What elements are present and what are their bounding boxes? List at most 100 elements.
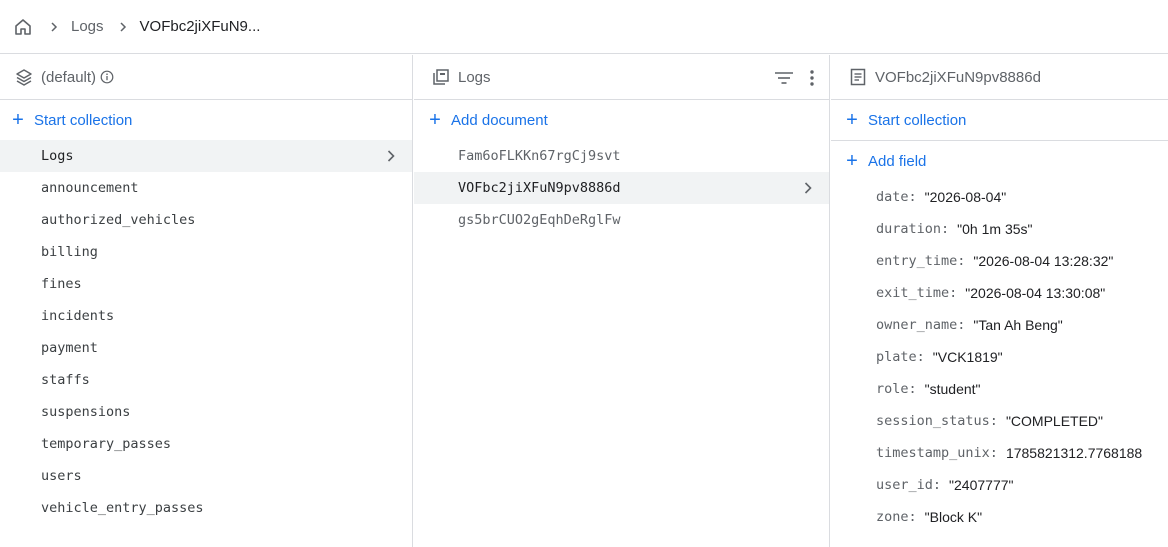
collection-label: authorized_vehicles (41, 212, 196, 228)
field-key: owner_name (876, 317, 958, 333)
field-value: "VCK1819" (932, 349, 1003, 365)
field-key: user_id (876, 477, 933, 493)
collection-label: suspensions (41, 404, 131, 420)
home-icon[interactable] (13, 17, 33, 37)
collection-item-payment[interactable]: payment (0, 332, 412, 364)
collection-label: users (41, 468, 82, 484)
add-field-label: Add field (868, 152, 927, 170)
field-separator: : (932, 477, 942, 493)
document-id: VOFbc2jiXFuN9pv8886d (458, 180, 621, 196)
field-list: date: "2026-08-04" duration: "0h 1m 35s" e… (831, 181, 1168, 533)
document-title: VOFbc2jiXFuN9pv8886d (875, 68, 1041, 86)
field-separator: : (989, 413, 998, 429)
field-row[interactable]: date: "2026-08-04" (831, 181, 1168, 213)
field-key: exit_time (876, 285, 950, 301)
collection-item-announcement[interactable]: announcement (0, 172, 412, 204)
field-row[interactable]: plate: "VCK1819" (831, 341, 1168, 373)
field-row[interactable]: session_status: "COMPLETED" (831, 405, 1168, 437)
document-panel: VOFbc2jiXFuN9pv8886d + Start collection … (831, 55, 1168, 547)
field-row[interactable]: duration: "0h 1m 35s" (831, 213, 1168, 245)
collection-title: Logs (458, 68, 491, 86)
field-row[interactable]: role: "student" (831, 373, 1168, 405)
field-separator: : (908, 189, 917, 205)
field-separator: : (916, 349, 925, 365)
field-separator: : (941, 221, 950, 237)
field-row[interactable]: owner_name: "Tan Ah Beng" (831, 309, 1168, 341)
field-key: duration (876, 221, 942, 237)
documents-panel: Logs + Add document Fam6oFLKKn67rgCj9svt… (414, 55, 830, 547)
database-name: (default) (41, 68, 97, 86)
field-value: 1785821312.7768188 (1005, 445, 1143, 461)
collection-label: incidents (41, 308, 115, 324)
field-value: "2026-08-04 13:28:32" (973, 253, 1114, 269)
field-row[interactable]: entry_time: "2026-08-04 13:28:32" (831, 245, 1168, 277)
collections-panel-header: (default) (0, 55, 412, 100)
collection-list: Logs announcement authorized_vehicles bi… (0, 140, 412, 524)
field-row[interactable]: timestamp_unix:1785821312.7768188 (831, 437, 1168, 469)
collection-item-suspensions[interactable]: suspensions (0, 396, 412, 428)
field-separator: : (949, 285, 958, 301)
collection-item-temporary-passes[interactable]: temporary_passes (0, 428, 412, 460)
plus-icon: + (846, 150, 858, 172)
field-key: timestamp_unix (876, 445, 990, 461)
collection-item-fines[interactable]: fines (0, 268, 412, 300)
collection-label: announcement (41, 180, 139, 196)
add-document-button[interactable]: + Add document (414, 100, 829, 140)
plus-icon: + (12, 109, 24, 131)
document-icon (848, 67, 868, 87)
field-value: "2026-08-04" (924, 189, 1007, 205)
chevron-right-icon (118, 21, 128, 32)
field-key: session_status (876, 413, 990, 429)
document-item-selected[interactable]: VOFbc2jiXFuN9pv8886d (414, 172, 829, 204)
field-row[interactable]: zone: "Block K" (831, 501, 1168, 533)
collection-label: billing (41, 244, 98, 260)
filter-icon[interactable] (773, 67, 795, 89)
start-collection-label: Start collection (868, 111, 967, 129)
field-key: date (876, 189, 909, 205)
field-value: "0h 1m 35s" (957, 221, 1033, 237)
collection-label: fines (41, 276, 82, 292)
field-key: plate (876, 349, 917, 365)
plus-icon: + (429, 109, 441, 131)
info-icon[interactable] (100, 70, 114, 84)
collection-item-billing[interactable]: billing (0, 236, 412, 268)
document-list: Fam6oFLKKn67rgCj9svt VOFbc2jiXFuN9pv8886… (414, 140, 829, 236)
breadcrumb: Logs VOFbc2jiXFuN9... (0, 0, 1168, 54)
start-collection-button[interactable]: + Start collection (831, 100, 1168, 141)
collection-icon (431, 67, 451, 87)
collection-item-users[interactable]: users (0, 460, 412, 492)
field-separator: : (908, 381, 917, 397)
database-stack-icon (14, 67, 34, 87)
collection-item-incidents[interactable]: incidents (0, 300, 412, 332)
field-row[interactable]: exit_time: "2026-08-04 13:30:08" (831, 277, 1168, 309)
field-value: "Block K" (924, 509, 983, 525)
field-separator: : (957, 253, 966, 269)
collection-label: staffs (41, 372, 90, 388)
breadcrumb-item-logs[interactable]: Logs (71, 18, 104, 35)
collection-item-staffs[interactable]: staffs (0, 364, 412, 396)
field-value: "2026-08-04 13:30:08" (965, 285, 1106, 301)
document-item[interactable]: Fam6oFLKKn67rgCj9svt (414, 140, 829, 172)
field-value: "2407777" (949, 477, 1014, 493)
collection-label: vehicle_entry_passes (41, 500, 204, 516)
collection-item-logs[interactable]: Logs (0, 140, 412, 172)
collection-label: Logs (41, 148, 74, 164)
start-collection-button[interactable]: + Start collection (0, 100, 412, 140)
documents-panel-header: Logs (414, 55, 829, 100)
add-field-button[interactable]: + Add field (831, 141, 1168, 181)
document-id: gs5brCUO2gEqhDeRglFw (458, 212, 621, 228)
start-collection-label: Start collection (34, 111, 133, 129)
field-key: zone (876, 509, 909, 525)
field-row[interactable]: user_id: "2407777" (831, 469, 1168, 501)
field-separator: : (989, 445, 998, 461)
document-panel-header: VOFbc2jiXFuN9pv8886d (831, 55, 1168, 100)
collections-panel: (default) + Start collection Logs announ… (0, 55, 413, 547)
breadcrumb-item-document[interactable]: VOFbc2jiXFuN9... (140, 18, 261, 35)
field-separator: : (908, 509, 917, 525)
plus-icon: + (846, 109, 858, 131)
chevron-right-icon (801, 181, 815, 195)
collection-item-authorized-vehicles[interactable]: authorized_vehicles (0, 204, 412, 236)
collection-item-vehicle-entry-passes[interactable]: vehicle_entry_passes (0, 492, 412, 524)
more-vert-icon[interactable] (807, 67, 817, 89)
document-item[interactable]: gs5brCUO2gEqhDeRglFw (414, 204, 829, 236)
